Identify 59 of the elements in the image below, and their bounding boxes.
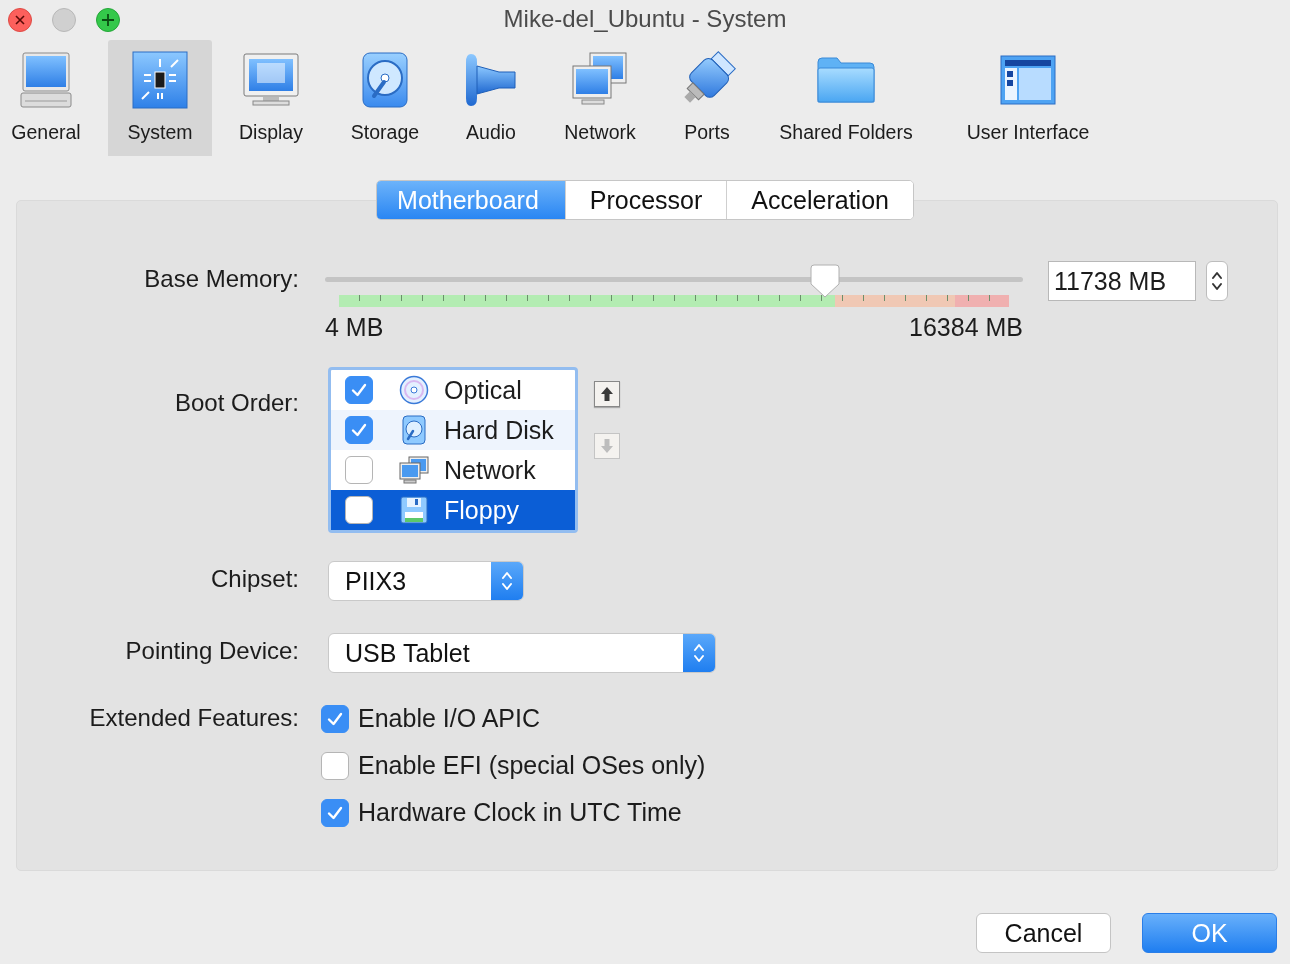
move-up-button[interactable]: [594, 381, 620, 407]
window-title: Mike-del_Ubuntu - System: [503, 5, 787, 32]
checkbox[interactable]: [321, 704, 349, 733]
computer-icon: [20, 51, 72, 109]
slider-thumb[interactable]: [809, 264, 840, 298]
pointing-device-dropdown[interactable]: USB Tablet: [328, 633, 716, 673]
computers-icon: [572, 52, 628, 108]
toolbar-item[interactable]: User Interface: [936, 40, 1120, 156]
toolbar-item[interactable]: General: [0, 40, 92, 156]
checkbox-label: Hardware Clock in UTC Time: [358, 798, 682, 827]
boot-device-item[interactable]: Floppy: [331, 490, 575, 530]
boot-device-item[interactable]: Hard Disk: [331, 410, 575, 450]
field-label: Boot Order:: [173, 388, 299, 417]
field-label: Extended Features:: [88, 704, 299, 732]
range-min-label: 4 MB: [325, 313, 384, 342]
field-label: Chipset:: [209, 564, 299, 593]
toolbar-item[interactable]: Network: [542, 40, 658, 156]
down-arrow-icon: [600, 438, 614, 454]
checkbox[interactable]: [345, 416, 373, 444]
chip-icon: [132, 51, 188, 109]
checkbox-label: Enable EFI (special OSes only): [358, 751, 706, 780]
window-icon: [1000, 55, 1056, 105]
close-button[interactable]: [8, 8, 32, 32]
stepper-button[interactable]: [1206, 261, 1228, 301]
checkbox[interactable]: [345, 456, 373, 484]
checkbox[interactable]: [321, 751, 349, 780]
checkmark-icon: [350, 381, 368, 399]
range-max-label: 16384 MB: [909, 313, 1023, 342]
speaker-icon: [465, 52, 517, 108]
up-arrow-icon: [600, 386, 614, 402]
toolbar-item[interactable]: Shared Folders: [756, 40, 936, 156]
disc-icon: [399, 375, 429, 405]
checkmark-icon: [350, 421, 368, 439]
boot-device-item[interactable]: Network: [331, 450, 575, 490]
toolbar-item[interactable]: Ports: [658, 40, 756, 156]
field-label: Pointing Device:: [124, 636, 299, 665]
zoom-button[interactable]: [96, 8, 120, 32]
chipset-dropdown[interactable]: PIIX3: [328, 561, 524, 601]
checkbox[interactable]: [345, 496, 373, 524]
checkbox-label: Enable I/O APIC: [358, 704, 541, 733]
toolbar-item[interactable]: Audio: [440, 40, 542, 156]
memory-input-field[interactable]: 11738 MB: [1048, 261, 1196, 301]
plus-icon: [101, 13, 115, 27]
monitor-icon: [243, 53, 299, 107]
computers-icon: [399, 456, 429, 484]
checkbox[interactable]: [321, 798, 349, 827]
folder-icon: [817, 56, 875, 104]
cancel-button[interactable]: Cancel: [976, 913, 1111, 953]
up-down-chevron-icon: [501, 570, 513, 592]
close-icon: [14, 14, 26, 26]
toolbar-item[interactable]: Storage: [330, 40, 440, 156]
boot-device-item[interactable]: Optical: [331, 370, 575, 410]
up-down-chevron-icon: [693, 642, 705, 664]
toolbar-item[interactable]: System: [108, 40, 212, 156]
tab[interactable]: Acceleration: [726, 181, 913, 219]
field-label: Base Memory:: [143, 264, 299, 293]
checkbox[interactable]: [345, 376, 373, 404]
toolbar-item[interactable]: Display: [212, 40, 330, 156]
up-down-chevron-icon: [1211, 270, 1223, 292]
